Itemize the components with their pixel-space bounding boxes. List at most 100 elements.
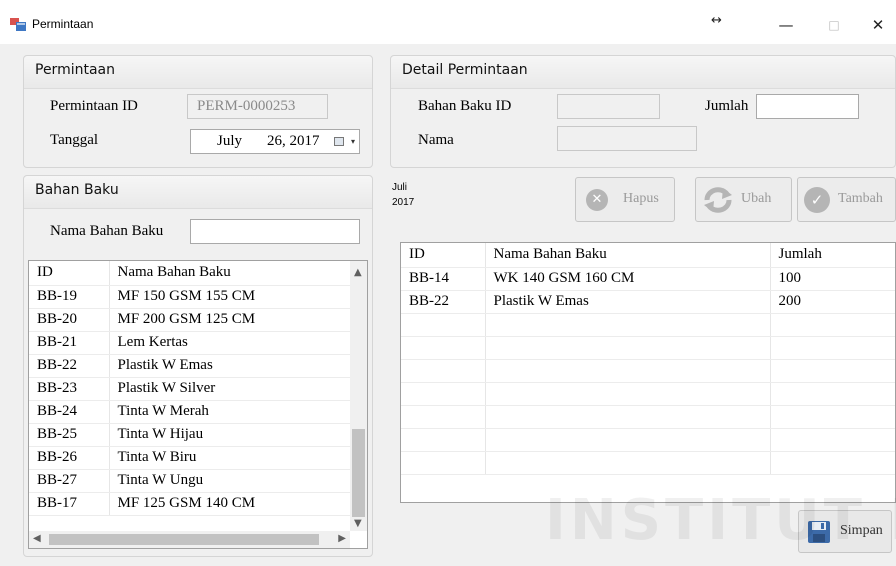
jumlah-label: Jumlah bbox=[705, 98, 749, 114]
permintaan-group-title: Permintaan bbox=[24, 56, 372, 89]
scroll-left-icon[interactable]: ◀ bbox=[33, 533, 41, 544]
bahan-grid-row[interactable]: BB-22 Plastik W Emas bbox=[29, 354, 353, 378]
bahan-baku-group-title: Bahan Baku bbox=[24, 176, 372, 209]
bahan-grid-cell: MF 125 GSM 140 CM bbox=[109, 492, 353, 516]
scroll-right-icon[interactable]: ▶ bbox=[338, 533, 346, 544]
bahan-grid-cell: BB-22 bbox=[29, 354, 110, 378]
detail-grid-empty-row[interactable] bbox=[401, 405, 895, 429]
detail-grid-cell bbox=[770, 405, 895, 429]
detail-grid-column-header[interactable]: Jumlah bbox=[770, 243, 895, 268]
detail-grid-empty-row[interactable] bbox=[401, 359, 895, 383]
bahan-grid-cell: Plastik W Emas bbox=[109, 354, 353, 378]
detail-grid-header-row: ID Nama Bahan Baku Jumlah bbox=[401, 243, 895, 268]
detail-grid-empty-row[interactable] bbox=[401, 382, 895, 406]
bahan-grid-header-row: ID Nama Bahan Baku bbox=[29, 261, 353, 286]
bahan-grid-vertical-scrollbar[interactable]: ▲ ▼ bbox=[350, 261, 367, 531]
detail-grid-cell bbox=[401, 451, 486, 475]
scroll-up-icon[interactable]: ▲ bbox=[354, 267, 362, 278]
refresh-arrows-icon bbox=[703, 186, 733, 219]
bahan-grid-cell: BB-20 bbox=[29, 308, 110, 332]
jumlah-input[interactable] bbox=[756, 94, 859, 119]
date-day-year: 26, 2017 bbox=[267, 133, 320, 149]
detail-grid-empty-row[interactable] bbox=[401, 336, 895, 360]
bahan-grid-cell: BB-23 bbox=[29, 377, 110, 401]
bahan-grid-cell: BB-27 bbox=[29, 469, 110, 493]
bahan-grid-hscroll-thumb[interactable] bbox=[49, 534, 319, 545]
bahan-grid-column-header[interactable]: ID bbox=[29, 261, 110, 286]
bahan-grid-horizontal-scrollbar[interactable]: ◀ ▶ bbox=[29, 531, 350, 548]
bahan-grid-cell: Plastik W Silver bbox=[109, 377, 353, 401]
detail-grid-cell: 200 bbox=[770, 290, 895, 314]
detail-grid-cell: 100 bbox=[770, 267, 895, 291]
bahan-grid-column-header[interactable]: Nama Bahan Baku bbox=[109, 261, 353, 286]
bahan-grid-cell: MF 150 GSM 155 CM bbox=[109, 285, 353, 309]
calendar-month: Juli bbox=[392, 182, 408, 193]
bahan-grid-cell: BB-25 bbox=[29, 423, 110, 447]
detail-grid-empty-row[interactable] bbox=[401, 313, 895, 337]
detail-grid-empty-row[interactable] bbox=[401, 428, 895, 452]
maximize-button[interactable]: □ bbox=[814, 8, 854, 42]
bahan-grid-row[interactable]: BB-23 Plastik W Silver bbox=[29, 377, 353, 401]
close-button[interactable]: ✕ bbox=[860, 8, 896, 42]
scroll-down-icon[interactable]: ▼ bbox=[354, 518, 362, 529]
bahan-grid-cell: Tinta W Hijau bbox=[109, 423, 353, 447]
permintaan-id-field[interactable]: PERM-0000253 bbox=[187, 94, 328, 119]
bahan-grid-cell: MF 200 GSM 125 CM bbox=[109, 308, 353, 332]
bahan-baku-id-field[interactable] bbox=[557, 94, 660, 119]
nama-bahan-baku-label: Nama Bahan Baku bbox=[50, 223, 164, 239]
bahan-grid-cell: Tinta W Merah bbox=[109, 400, 353, 424]
detail-permintaan-group-title: Detail Permintaan bbox=[391, 56, 895, 89]
detail-grid-cell bbox=[485, 313, 771, 337]
detail-grid-cell bbox=[401, 428, 486, 452]
bahan-grid-cell: Tinta W Biru bbox=[109, 446, 353, 470]
bahan-grid-row[interactable]: BB-19 MF 150 GSM 155 CM bbox=[29, 285, 353, 309]
nama-field[interactable] bbox=[557, 126, 697, 151]
detail-grid-cell bbox=[770, 313, 895, 337]
bahan-grid-row[interactable]: BB-26 Tinta W Biru bbox=[29, 446, 353, 470]
bahan-grid-cell: Lem Kertas bbox=[109, 331, 353, 355]
bahan-grid-row[interactable]: BB-24 Tinta W Merah bbox=[29, 400, 353, 424]
detail-grid-cell bbox=[770, 382, 895, 406]
bahan-grid-row[interactable]: BB-17 MF 125 GSM 140 CM bbox=[29, 492, 353, 516]
bahan-grid-cell: BB-17 bbox=[29, 492, 110, 516]
detail-grid-cell bbox=[485, 451, 771, 475]
institution-watermark: INSTITUT BISN bbox=[545, 488, 896, 553]
detail-grid-cell bbox=[770, 428, 895, 452]
tambah-button[interactable]: ✓ Tambah bbox=[797, 177, 896, 222]
bahan-grid-cell: Tinta W Ungu bbox=[109, 469, 353, 493]
delete-circle-icon: ✕ bbox=[586, 189, 608, 211]
detail-grid-cell bbox=[485, 428, 771, 452]
permintaan-id-label: Permintaan ID bbox=[50, 98, 138, 114]
detail-grid-cell: BB-22 bbox=[401, 290, 486, 314]
detail-grid-empty-row[interactable] bbox=[401, 451, 895, 475]
title-bar bbox=[0, 0, 896, 44]
detail-grid-cell bbox=[485, 359, 771, 383]
bahan-baku-grid[interactable]: ID Nama Bahan Baku BB-19 MF 150 GSM 155 CM B… bbox=[28, 260, 368, 549]
bahan-grid-row[interactable]: BB-25 Tinta W Hijau bbox=[29, 423, 353, 447]
detail-grid-row[interactable]: BB-22 Plastik W Emas 200 bbox=[401, 290, 895, 314]
detail-grid-cell bbox=[485, 382, 771, 406]
bahan-grid-cell: BB-21 bbox=[29, 331, 110, 355]
date-month: July bbox=[217, 133, 243, 149]
resize-icon: ↔ bbox=[711, 13, 722, 28]
bahan-baku-id-label: Bahan Baku ID bbox=[418, 98, 512, 114]
detail-grid-cell bbox=[770, 359, 895, 383]
detail-grid-column-header[interactable]: Nama Bahan Baku bbox=[485, 243, 771, 268]
bahan-grid-vscroll-thumb[interactable] bbox=[352, 429, 365, 517]
detail-grid-cell bbox=[401, 405, 486, 429]
tanggal-date-picker[interactable]: July 26, 2017 ▾ bbox=[190, 129, 360, 154]
detail-grid-row[interactable]: BB-14 WK 140 GSM 160 CM 100 bbox=[401, 267, 895, 291]
hapus-label: Hapus bbox=[623, 191, 659, 206]
check-circle-icon: ✓ bbox=[804, 187, 830, 213]
ubah-button[interactable]: Ubah bbox=[695, 177, 792, 222]
detail-grid-cell bbox=[401, 313, 486, 337]
bahan-grid-row[interactable]: BB-27 Tinta W Ungu bbox=[29, 469, 353, 493]
minimize-button[interactable]: — bbox=[766, 8, 806, 42]
nama-bahan-baku-search-input[interactable] bbox=[190, 219, 360, 244]
detail-permintaan-grid[interactable]: ID Nama Bahan Baku Jumlah BB-14 WK 140 GSM 1… bbox=[400, 242, 896, 503]
hapus-button[interactable]: ✕ Hapus bbox=[575, 177, 675, 222]
bahan-grid-row[interactable]: BB-21 Lem Kertas bbox=[29, 331, 353, 355]
detail-grid-cell: WK 140 GSM 160 CM bbox=[485, 267, 771, 291]
bahan-grid-row[interactable]: BB-20 MF 200 GSM 125 CM bbox=[29, 308, 353, 332]
detail-grid-column-header[interactable]: ID bbox=[401, 243, 486, 268]
